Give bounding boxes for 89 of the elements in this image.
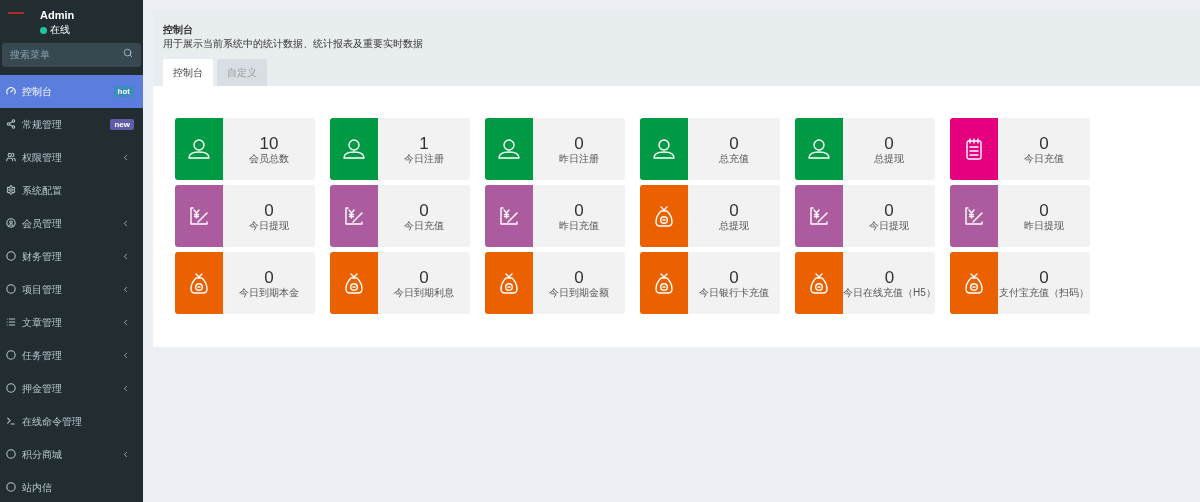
- yuan-pen-icon: [189, 206, 209, 226]
- stat-value: 0: [419, 267, 429, 287]
- yuan-pen-icon: [809, 206, 829, 226]
- stat-label: 昨日注册: [559, 152, 599, 165]
- circle-icon: [6, 449, 16, 459]
- money-bag-icon: [655, 272, 673, 294]
- stat-value: 0: [884, 200, 894, 220]
- stat-label: 总充值: [719, 152, 749, 165]
- person-icon: [498, 138, 520, 160]
- menu-badge: hot: [113, 85, 134, 97]
- person-icon: [343, 138, 365, 160]
- stat-value: 0: [1039, 133, 1049, 153]
- stat-label: 总提现: [874, 152, 904, 165]
- stat-value: 0: [884, 133, 894, 153]
- person-icon: [188, 138, 210, 160]
- stat-value: 0: [1039, 267, 1049, 287]
- tab[interactable]: 控制台: [163, 59, 213, 86]
- stat-value: 0: [729, 133, 739, 153]
- stat-label: 今日银行卡充值: [699, 286, 769, 299]
- money-bag-icon: [190, 272, 208, 294]
- stat-label: 总提现: [719, 219, 749, 232]
- dashboard-icon: [6, 86, 16, 96]
- menu-item[interactable]: 控制台 hot: [0, 74, 143, 108]
- page-subtitle: 用于展示当前系统中的统计数据、统计报表及重要实时数据: [163, 37, 424, 50]
- circle-icon: [6, 350, 16, 360]
- circle-icon: [6, 482, 16, 492]
- menu-item[interactable]: 财务管理: [0, 239, 143, 273]
- stat-value: 0: [729, 200, 739, 220]
- yuan-pen-icon: [964, 206, 984, 226]
- menu-item[interactable]: 押金管理: [0, 371, 143, 405]
- page-title: 控制台: [163, 23, 194, 36]
- money-bag-icon: [500, 272, 518, 294]
- money-bag-icon: [965, 272, 983, 294]
- menu-item[interactable]: 站内信: [0, 470, 143, 502]
- stat-label: 今日充值: [404, 219, 444, 232]
- stat-value: 0: [419, 200, 429, 220]
- stat-label: 会员总数: [249, 152, 289, 165]
- stat-value: 10: [259, 133, 279, 153]
- menu-item[interactable]: 积分商城: [0, 437, 143, 471]
- stat-label: 今日到期本金: [239, 286, 299, 299]
- stat-value: 0: [1039, 200, 1049, 220]
- users-icon: [6, 152, 16, 162]
- stat-label: 今日到期金额: [549, 286, 609, 299]
- stat-label: 今日提现: [869, 219, 909, 232]
- circle-icon: [6, 284, 16, 294]
- user-status: 在线: [50, 24, 70, 36]
- stat-label: 支付宝充值（扫码）: [999, 286, 1089, 299]
- menu-item[interactable]: 常规管理 new: [0, 107, 143, 141]
- stat-label: 昨日提现: [1024, 219, 1064, 232]
- menu-item[interactable]: 系统配置: [0, 173, 143, 207]
- notepad-icon: [966, 138, 982, 160]
- menu-item[interactable]: 权限管理: [0, 140, 143, 174]
- stat-value: 0: [884, 267, 895, 287]
- stat-label: 今日充值: [1024, 152, 1064, 165]
- person-icon: [808, 138, 830, 160]
- stat-value: 0: [264, 267, 274, 287]
- menu-item[interactable]: 文章管理: [0, 305, 143, 339]
- stat-value: 0: [574, 267, 584, 287]
- settings-icon: [6, 185, 16, 195]
- stat-value: 0: [264, 200, 274, 220]
- user-name: Admin: [40, 9, 75, 22]
- yuan-pen-icon: [499, 206, 519, 226]
- stat-label: 今日注册: [404, 152, 444, 165]
- menu-item[interactable]: 会员管理: [0, 206, 143, 240]
- money-bag-icon: [810, 272, 828, 294]
- menu-item[interactable]: 在线命令管理: [0, 404, 143, 438]
- search-icon: [123, 48, 133, 58]
- menu-badge: new: [110, 118, 134, 130]
- stat-value: 0: [574, 133, 584, 153]
- money-bag-icon: [345, 272, 363, 294]
- circle-icon: [6, 383, 16, 393]
- stat-label: 今日到期利息: [394, 286, 454, 299]
- stat-value: 0: [729, 267, 739, 287]
- stat-label: 今日在线充值（H5）: [843, 286, 935, 299]
- money-bag-icon: [655, 205, 673, 227]
- terminal-icon: [6, 416, 16, 426]
- search-field[interactable]: 搜索菜单: [2, 42, 141, 67]
- user-icon: [6, 218, 16, 228]
- stat-value: 0: [574, 200, 584, 220]
- list-icon: [6, 317, 16, 327]
- menu-item[interactable]: 任务管理: [0, 338, 143, 372]
- yuan-pen-icon: [344, 206, 364, 226]
- person-icon: [653, 138, 675, 160]
- circle-icon: [6, 251, 16, 261]
- stat-label: 昨日充值: [559, 219, 599, 232]
- stat-label: 今日提现: [249, 219, 289, 232]
- nodes-icon: [6, 119, 16, 129]
- stat-value: 1: [419, 133, 429, 153]
- menu-item[interactable]: 项目管理: [0, 272, 143, 306]
